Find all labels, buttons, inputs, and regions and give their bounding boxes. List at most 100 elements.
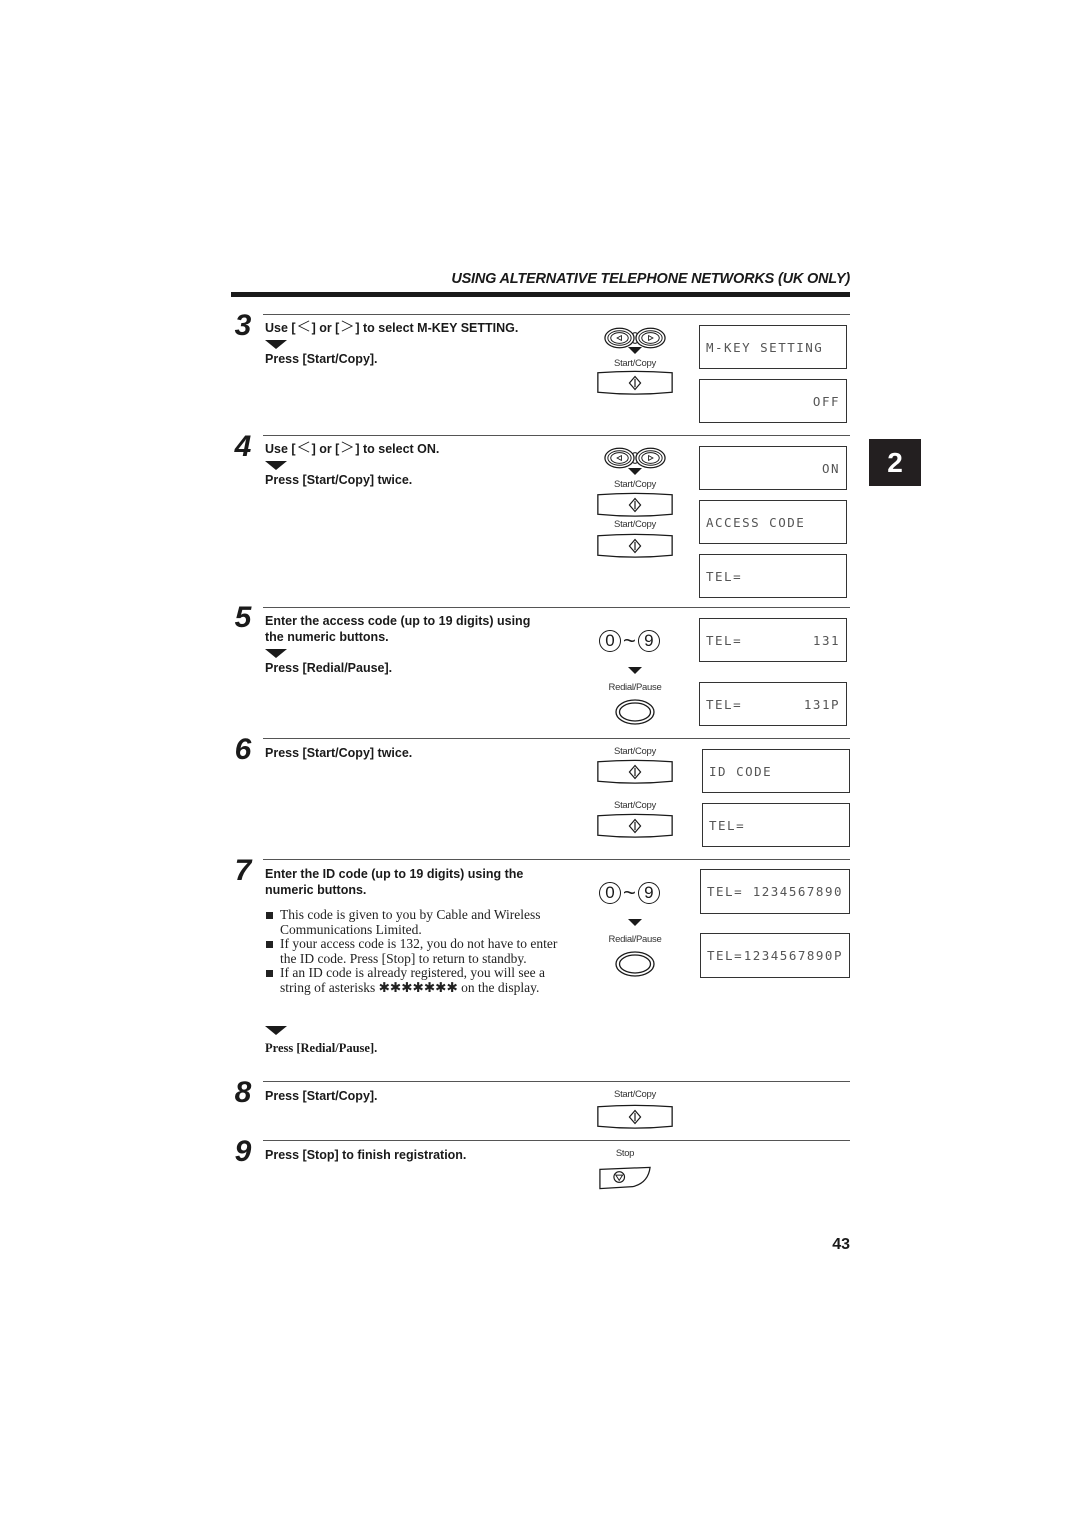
lcd-display: TEL= 131 xyxy=(699,618,847,662)
lcd-display: TEL= xyxy=(699,554,847,598)
header-rule xyxy=(231,292,850,297)
down-triangle-icon xyxy=(628,667,642,674)
instruction-text: Use [ xyxy=(265,321,296,335)
step-instruction: Enter the ID code (up to 19 digits) usin… xyxy=(265,867,524,881)
stop-label: Stop xyxy=(615,1148,635,1159)
instruction-text: ] or [ xyxy=(311,321,340,335)
lcd-text: TEL= xyxy=(707,884,744,899)
lcd-text: 1234567890P xyxy=(743,948,843,963)
step-instruction: Use [ ] or [ ] to select ON. xyxy=(265,441,439,457)
numeric-keys-0-9-icon[interactable]: 0 ~ 9 xyxy=(599,880,660,906)
chapter-number: 2 xyxy=(887,446,903,478)
instruction-text: Use [ xyxy=(265,442,296,456)
lcd-display: TEL= 1234567890 xyxy=(700,869,850,914)
numeric-key-0[interactable]: 0 xyxy=(599,630,621,652)
start-copy-button[interactable] xyxy=(594,759,676,785)
start-copy-button[interactable] xyxy=(594,1104,676,1130)
step-instruction: numeric buttons. xyxy=(265,883,367,897)
instruction-text: ] or [ xyxy=(311,442,340,456)
lcd-display: TEL= 131P xyxy=(699,682,847,726)
step-number: 5 xyxy=(234,601,252,634)
left-arrow-key-icon xyxy=(296,320,312,332)
lcd-text: 1234567890 xyxy=(752,884,843,899)
start-copy-label: Start/Copy xyxy=(614,358,656,369)
step-action: Press [Redial/Pause]. xyxy=(265,661,393,675)
start-copy-button[interactable] xyxy=(594,533,676,559)
lcd-text: TEL= xyxy=(706,568,743,584)
step-divider xyxy=(263,607,850,608)
step-number: 3 xyxy=(234,309,252,342)
step-action: Press [Start/Copy] twice. xyxy=(265,473,413,487)
start-copy-label: Start/Copy xyxy=(614,1089,656,1100)
lcd-text: OFF xyxy=(812,393,840,409)
page-header-title: USING ALTERNATIVE TELEPHONE NETWORKS (UK… xyxy=(451,271,850,287)
step-action: Press [Stop] to finish registration. xyxy=(265,1148,467,1162)
lcd-display: TEL= xyxy=(702,803,850,847)
lcd-display: OFF xyxy=(699,379,847,423)
left-right-arrow-keys-icon[interactable] xyxy=(603,446,667,470)
step-number: 6 xyxy=(234,733,252,766)
redial-pause-label: Redial/Pause xyxy=(608,682,662,693)
step-action: Press [Start/Copy]. xyxy=(265,352,378,366)
start-copy-label: Start/Copy xyxy=(614,519,656,530)
step-action: Press [Start/Copy] twice. xyxy=(265,746,413,760)
lcd-display: TEL= 1234567890P xyxy=(700,933,850,978)
lcd-text: ID CODE xyxy=(709,763,773,779)
start-copy-label: Start/Copy xyxy=(614,746,656,757)
step-divider xyxy=(263,314,850,315)
page-number: 43 xyxy=(832,1236,850,1253)
step-number: 9 xyxy=(234,1135,252,1168)
down-triangle-icon xyxy=(265,461,287,470)
step-divider xyxy=(263,435,850,436)
down-triangle-icon xyxy=(265,1026,287,1035)
left-arrow-key-icon xyxy=(296,441,312,453)
down-triangle-icon xyxy=(265,649,287,658)
redial-pause-button[interactable] xyxy=(614,698,656,726)
start-copy-button[interactable] xyxy=(594,492,676,518)
step-divider xyxy=(263,1140,850,1141)
note-item: If an ID code is already registered, you… xyxy=(265,965,575,995)
numeric-key-9[interactable]: 9 xyxy=(637,630,660,652)
lcd-text: M-KEY SETTING xyxy=(706,339,824,355)
step-instruction: Use [ ] or [ ] to select M-KEY SETTING. xyxy=(265,320,518,336)
numeric-keys-0-9-icon[interactable]: 0 ~ 9 xyxy=(599,628,660,654)
down-triangle-icon xyxy=(628,468,642,475)
down-triangle-icon xyxy=(265,340,287,349)
step-divider xyxy=(263,738,850,739)
start-copy-button[interactable] xyxy=(594,813,676,839)
range-tilde: ~ xyxy=(623,880,636,905)
lcd-display: ID CODE xyxy=(702,749,850,793)
lcd-text: 131 xyxy=(812,632,840,648)
step-divider xyxy=(263,1081,850,1082)
step-number: 4 xyxy=(234,430,252,463)
start-copy-label: Start/Copy xyxy=(614,800,656,811)
numeric-key-9[interactable]: 9 xyxy=(637,882,660,904)
start-copy-button[interactable] xyxy=(594,370,676,396)
lcd-text: ON xyxy=(821,460,840,476)
lcd-text: ACCESS CODE xyxy=(706,514,806,530)
step-instruction: the numeric buttons. xyxy=(265,630,389,644)
lcd-text: TEL= xyxy=(709,817,746,833)
step-action: Press [Start/Copy]. xyxy=(265,1089,378,1103)
lcd-text: TEL= xyxy=(706,696,743,712)
note-item: This code is given to you by Cable and W… xyxy=(265,907,575,937)
instruction-text: ] to select M-KEY SETTING. xyxy=(355,321,519,335)
lcd-display: M-KEY SETTING xyxy=(699,325,847,369)
step-number: 7 xyxy=(234,854,252,887)
range-tilde: ~ xyxy=(623,628,636,653)
instruction-text: ] to select ON. xyxy=(355,442,440,456)
step-action: Press [Redial/Pause]. xyxy=(265,1041,378,1055)
lcd-text: TEL= xyxy=(707,948,744,963)
note-item: If your access code is 132, you do not h… xyxy=(265,936,575,966)
numeric-key-0[interactable]: 0 xyxy=(599,882,621,904)
start-copy-label: Start/Copy xyxy=(614,479,656,490)
step-instruction: Enter the access code (up to 19 digits) … xyxy=(265,614,531,628)
stop-button[interactable] xyxy=(598,1165,652,1191)
down-triangle-icon xyxy=(628,919,642,926)
lcd-text: 131P xyxy=(803,696,840,712)
redial-pause-button[interactable] xyxy=(614,950,656,978)
down-triangle-icon xyxy=(628,347,642,354)
redial-pause-label: Redial/Pause xyxy=(608,934,662,945)
notes-list: This code is given to you by Cable and W… xyxy=(265,907,575,995)
step-number: 8 xyxy=(234,1076,252,1109)
